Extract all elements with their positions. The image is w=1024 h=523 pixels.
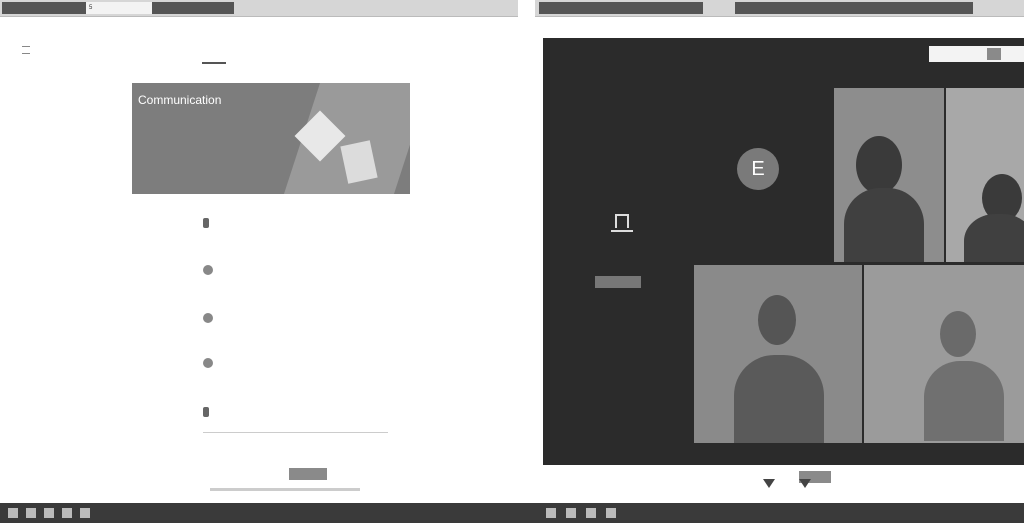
meet-window-tab[interactable]: [539, 2, 703, 14]
browser-tab[interactable]: [735, 2, 973, 14]
camera-icon[interactable]: [799, 479, 811, 488]
nav-tab-people[interactable]: [280, 50, 304, 62]
participant-video-tile[interactable]: [834, 88, 944, 262]
participant-body: [844, 188, 924, 262]
taskbar-app-icon[interactable]: [546, 508, 556, 518]
avatar: [203, 358, 213, 368]
participant-body: [964, 214, 1024, 262]
footer-text: [210, 488, 360, 491]
left-tab-bar: 5: [0, 0, 518, 17]
meet-toolbar[interactable]: [929, 46, 1024, 62]
list-item[interactable]: [203, 265, 219, 275]
chrome-icon[interactable]: [62, 508, 72, 518]
task-view-icon[interactable]: [44, 508, 54, 518]
search-icon[interactable]: [26, 508, 36, 518]
participant-head: [856, 136, 902, 194]
mic-icon[interactable]: [763, 479, 775, 488]
participant-body: [924, 361, 1004, 441]
participant-body: [734, 355, 824, 443]
avatar: [203, 407, 209, 417]
nav-tab-stream[interactable]: [202, 50, 226, 64]
meet-controls-bar: [543, 465, 1024, 491]
join-meet-button[interactable]: [289, 468, 327, 480]
browser-tab-active[interactable]: 5: [86, 2, 154, 14]
start-icon[interactable]: [8, 508, 18, 518]
avatar: [203, 218, 209, 228]
taskbar-app-icon[interactable]: [586, 508, 596, 518]
taskbar: [0, 503, 1024, 523]
taskbar-app-icon[interactable]: [606, 508, 616, 518]
meet-window: E: [543, 38, 1024, 465]
participant-video-tile[interactable]: [946, 88, 1024, 262]
taskbar-app-icon[interactable]: [566, 508, 576, 518]
divider: [203, 432, 388, 433]
participant-avatar: E: [737, 148, 779, 190]
file-explorer-icon[interactable]: [80, 508, 90, 518]
classroom-tab[interactable]: [152, 2, 234, 14]
layout-button[interactable]: [987, 48, 1001, 60]
avatar: [203, 313, 213, 323]
avatar: [203, 265, 213, 275]
stop-presenting-button[interactable]: [595, 276, 641, 288]
nav-tab-classwork[interactable]: [240, 50, 270, 62]
right-tab-bar: [535, 0, 1024, 17]
participant-video-tile[interactable]: [864, 265, 1024, 443]
list-item[interactable]: [203, 407, 215, 417]
participant-video-tile[interactable]: [694, 265, 862, 443]
class-title: Communication: [138, 93, 222, 107]
class-banner: Communication: [132, 83, 410, 194]
menu-icon[interactable]: [22, 46, 30, 54]
list-item[interactable]: [203, 358, 219, 368]
browser-tab[interactable]: [2, 2, 86, 14]
list-item[interactable]: [203, 313, 219, 323]
participant-head: [940, 311, 976, 357]
share-announcement[interactable]: [203, 218, 215, 228]
present-screen-icon: [615, 214, 629, 228]
present-screen-icon: [611, 230, 633, 232]
participant-head: [758, 295, 796, 345]
